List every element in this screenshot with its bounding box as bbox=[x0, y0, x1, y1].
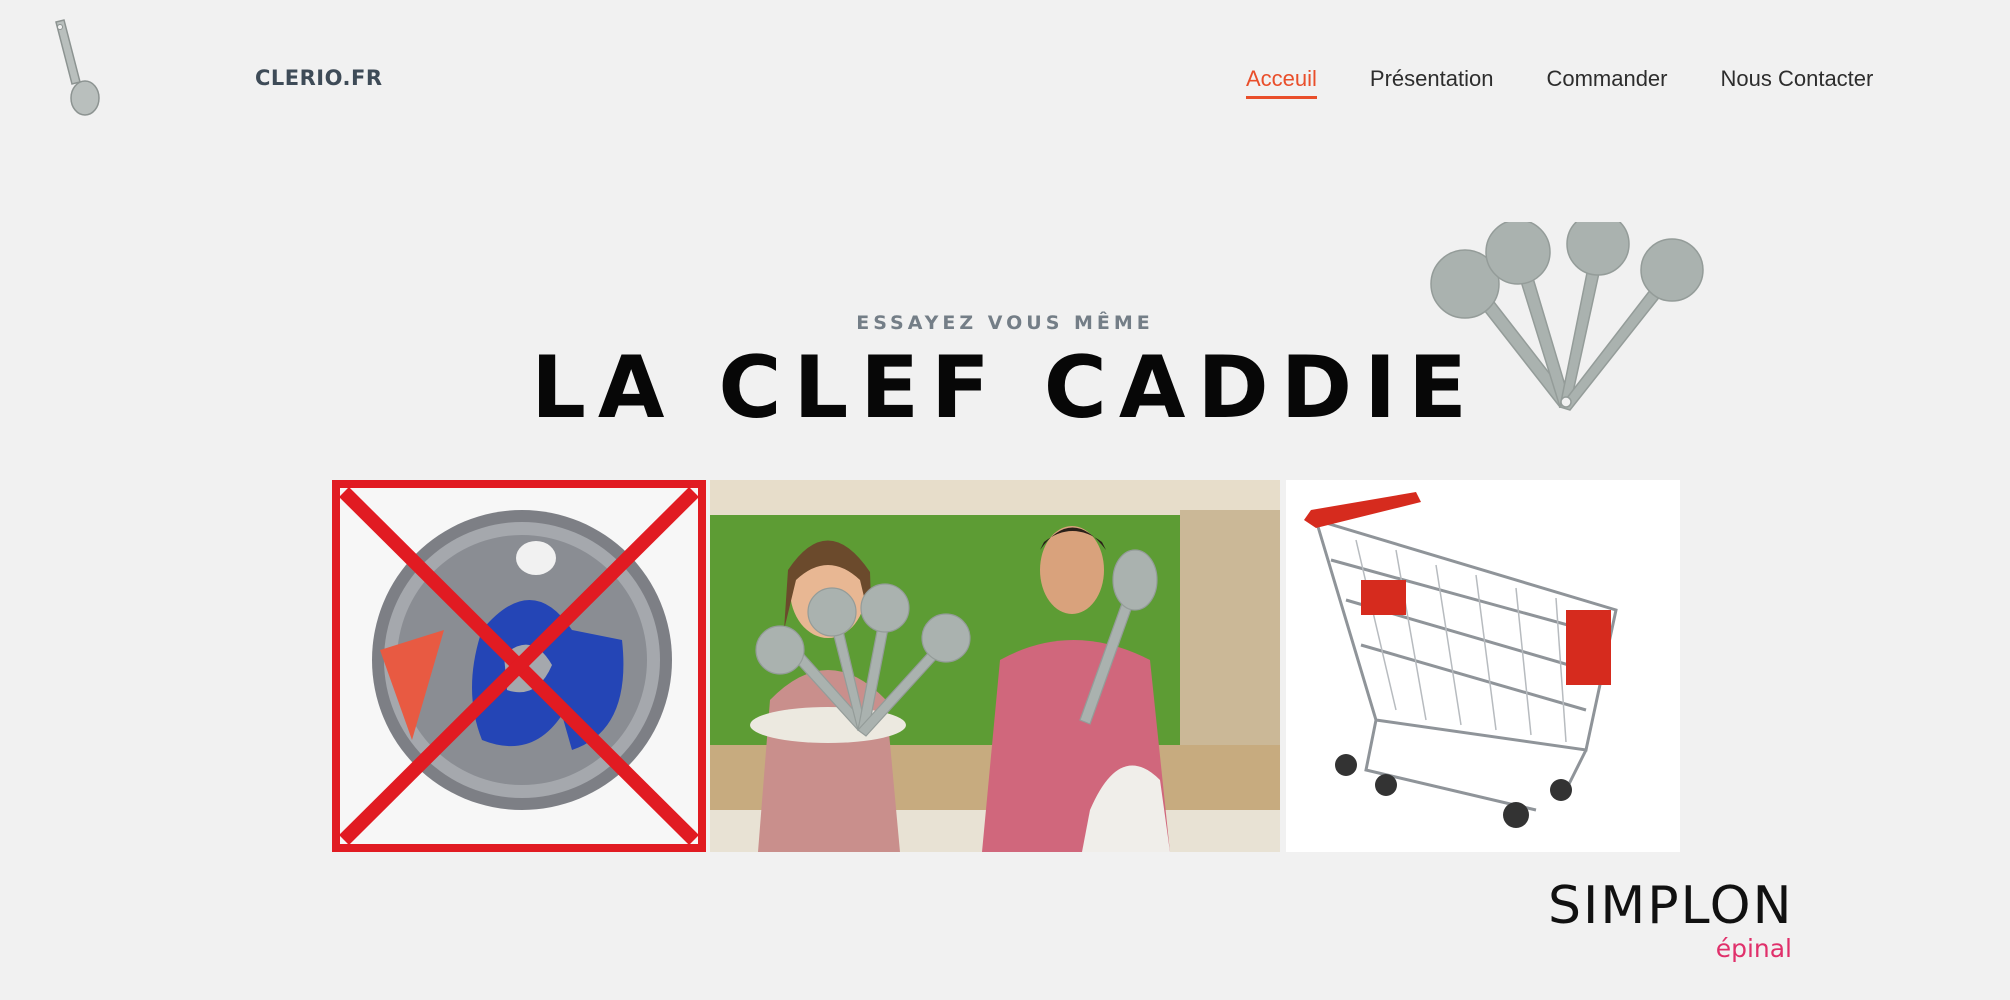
simplon-logo-sub: épinal bbox=[1715, 934, 1792, 963]
nav-item-accueil[interactable]: Acceuil bbox=[1246, 66, 1317, 99]
nav-item-contact[interactable]: Nous Contacter bbox=[1721, 66, 1874, 99]
main-nav: Acceuil Présentation Commander Nous Cont… bbox=[1246, 66, 1873, 99]
spoon-key-icon[interactable] bbox=[50, 18, 110, 120]
shopping-cart-image bbox=[1286, 480, 1680, 852]
simplon-logo[interactable]: SIMPLON épinal bbox=[1548, 876, 1798, 972]
fan-keys-icon bbox=[1410, 212, 1720, 422]
crossed-out-token-image bbox=[332, 480, 706, 852]
site-brand[interactable]: CLERIO.FR bbox=[255, 66, 383, 90]
nav-item-presentation[interactable]: Présentation bbox=[1370, 66, 1494, 99]
nav-item-commander[interactable]: Commander bbox=[1546, 66, 1667, 99]
presenters-photo bbox=[710, 480, 1280, 852]
simplon-logo-word: SIMPLON bbox=[1548, 876, 1794, 936]
